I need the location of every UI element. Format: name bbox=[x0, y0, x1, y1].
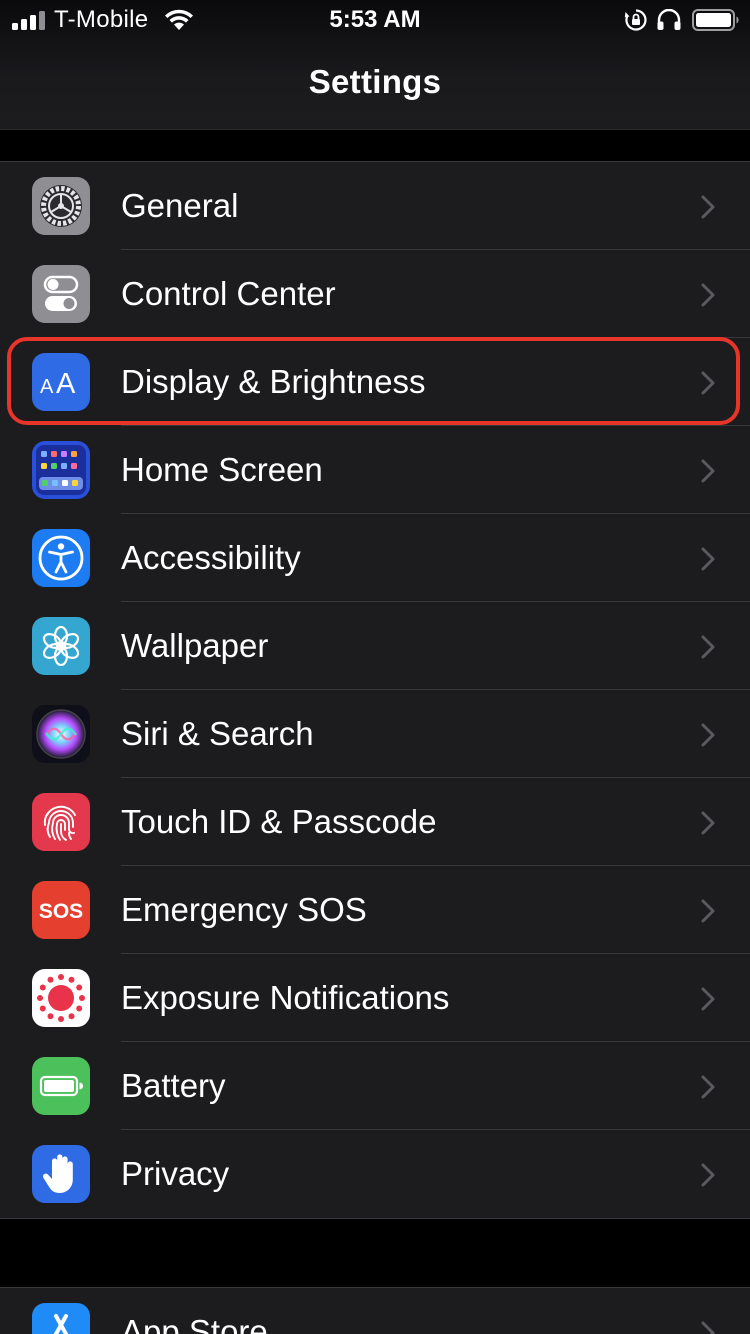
app-grid-icon bbox=[32, 441, 90, 499]
settings-list: General Control Center A A Display & Bri… bbox=[0, 161, 750, 1219]
flower-icon bbox=[32, 617, 90, 675]
status-bar: T-Mobile 5:53 AM bbox=[0, 0, 750, 40]
svg-text:A: A bbox=[40, 376, 54, 398]
chevron-right-icon bbox=[701, 899, 715, 923]
settings-item-label: Touch ID & Passcode bbox=[121, 803, 437, 840]
sos-icon: SOS bbox=[32, 881, 90, 939]
headphones-icon bbox=[657, 9, 681, 30]
settings-item-siri-search[interactable]: Siri & Search bbox=[0, 690, 750, 778]
settings-item-label: Privacy bbox=[121, 1155, 230, 1192]
chevron-right-icon bbox=[701, 1075, 715, 1099]
settings-item-label: Wallpaper bbox=[121, 627, 269, 664]
settings-item-battery[interactable]: Battery bbox=[0, 1042, 750, 1130]
chevron-right-icon bbox=[701, 1163, 715, 1187]
gear-icon bbox=[32, 177, 90, 235]
settings-item-label: App Store bbox=[121, 1313, 268, 1334]
siri-icon bbox=[32, 705, 90, 763]
chevron-right-icon bbox=[701, 459, 715, 483]
chevron-right-icon bbox=[701, 547, 715, 571]
settings-screen: T-Mobile 5:53 AM Settings General Contro… bbox=[0, 0, 750, 1334]
settings-item-general[interactable]: General bbox=[0, 162, 750, 250]
settings-item-app-store[interactable]: App Store bbox=[0, 1288, 750, 1334]
sos-icon-text: SOS bbox=[39, 900, 83, 923]
settings-item-touch-id-passcode[interactable]: Touch ID & Passcode bbox=[0, 778, 750, 866]
chevron-right-icon bbox=[701, 371, 715, 395]
chevron-right-icon bbox=[701, 635, 715, 659]
exposure-icon bbox=[32, 969, 90, 1027]
settings-item-label: Accessibility bbox=[121, 539, 301, 576]
toggles-icon bbox=[32, 265, 90, 323]
settings-item-accessibility[interactable]: Accessibility bbox=[0, 514, 750, 602]
rotation-lock-icon bbox=[624, 9, 647, 31]
settings-item-emergency-sos[interactable]: SOS Emergency SOS bbox=[0, 866, 750, 954]
settings-item-label: Home Screen bbox=[121, 451, 323, 488]
settings-list-apps: App Store bbox=[0, 1287, 750, 1334]
settings-item-wallpaper[interactable]: Wallpaper bbox=[0, 602, 750, 690]
chevron-right-icon bbox=[701, 811, 715, 835]
app-store-icon bbox=[32, 1303, 90, 1334]
battery-icon bbox=[692, 9, 739, 31]
page-title: Settings bbox=[308, 63, 442, 100]
chevron-right-icon bbox=[701, 1321, 715, 1334]
settings-item-privacy[interactable]: Privacy bbox=[0, 1130, 750, 1218]
svg-text:A: A bbox=[56, 368, 76, 400]
hand-icon bbox=[32, 1145, 90, 1203]
settings-item-label: Siri & Search bbox=[121, 715, 314, 752]
settings-item-home-screen[interactable]: Home Screen bbox=[0, 426, 750, 514]
settings-item-label: General bbox=[121, 187, 239, 224]
settings-item-display-brightness[interactable]: A A Display & Brightness bbox=[0, 338, 750, 426]
settings-item-label: Battery bbox=[121, 1067, 226, 1104]
settings-item-label: Exposure Notifications bbox=[121, 979, 450, 1016]
accessibility-icon bbox=[32, 529, 90, 587]
settings-item-label: Emergency SOS bbox=[121, 891, 367, 928]
text-size-icon: A A bbox=[32, 353, 90, 411]
battery-app-icon bbox=[32, 1057, 90, 1115]
settings-item-exposure-notifications[interactable]: Exposure Notifications bbox=[0, 954, 750, 1042]
chevron-right-icon bbox=[701, 195, 715, 219]
header: T-Mobile 5:53 AM Settings bbox=[0, 0, 750, 130]
chevron-right-icon bbox=[701, 283, 715, 307]
settings-item-control-center[interactable]: Control Center bbox=[0, 250, 750, 338]
settings-item-label: Control Center bbox=[121, 275, 336, 312]
chevron-right-icon bbox=[701, 723, 715, 747]
fingerprint-icon bbox=[32, 793, 90, 851]
chevron-right-icon bbox=[701, 987, 715, 1011]
settings-item-label: Display & Brightness bbox=[121, 363, 426, 400]
